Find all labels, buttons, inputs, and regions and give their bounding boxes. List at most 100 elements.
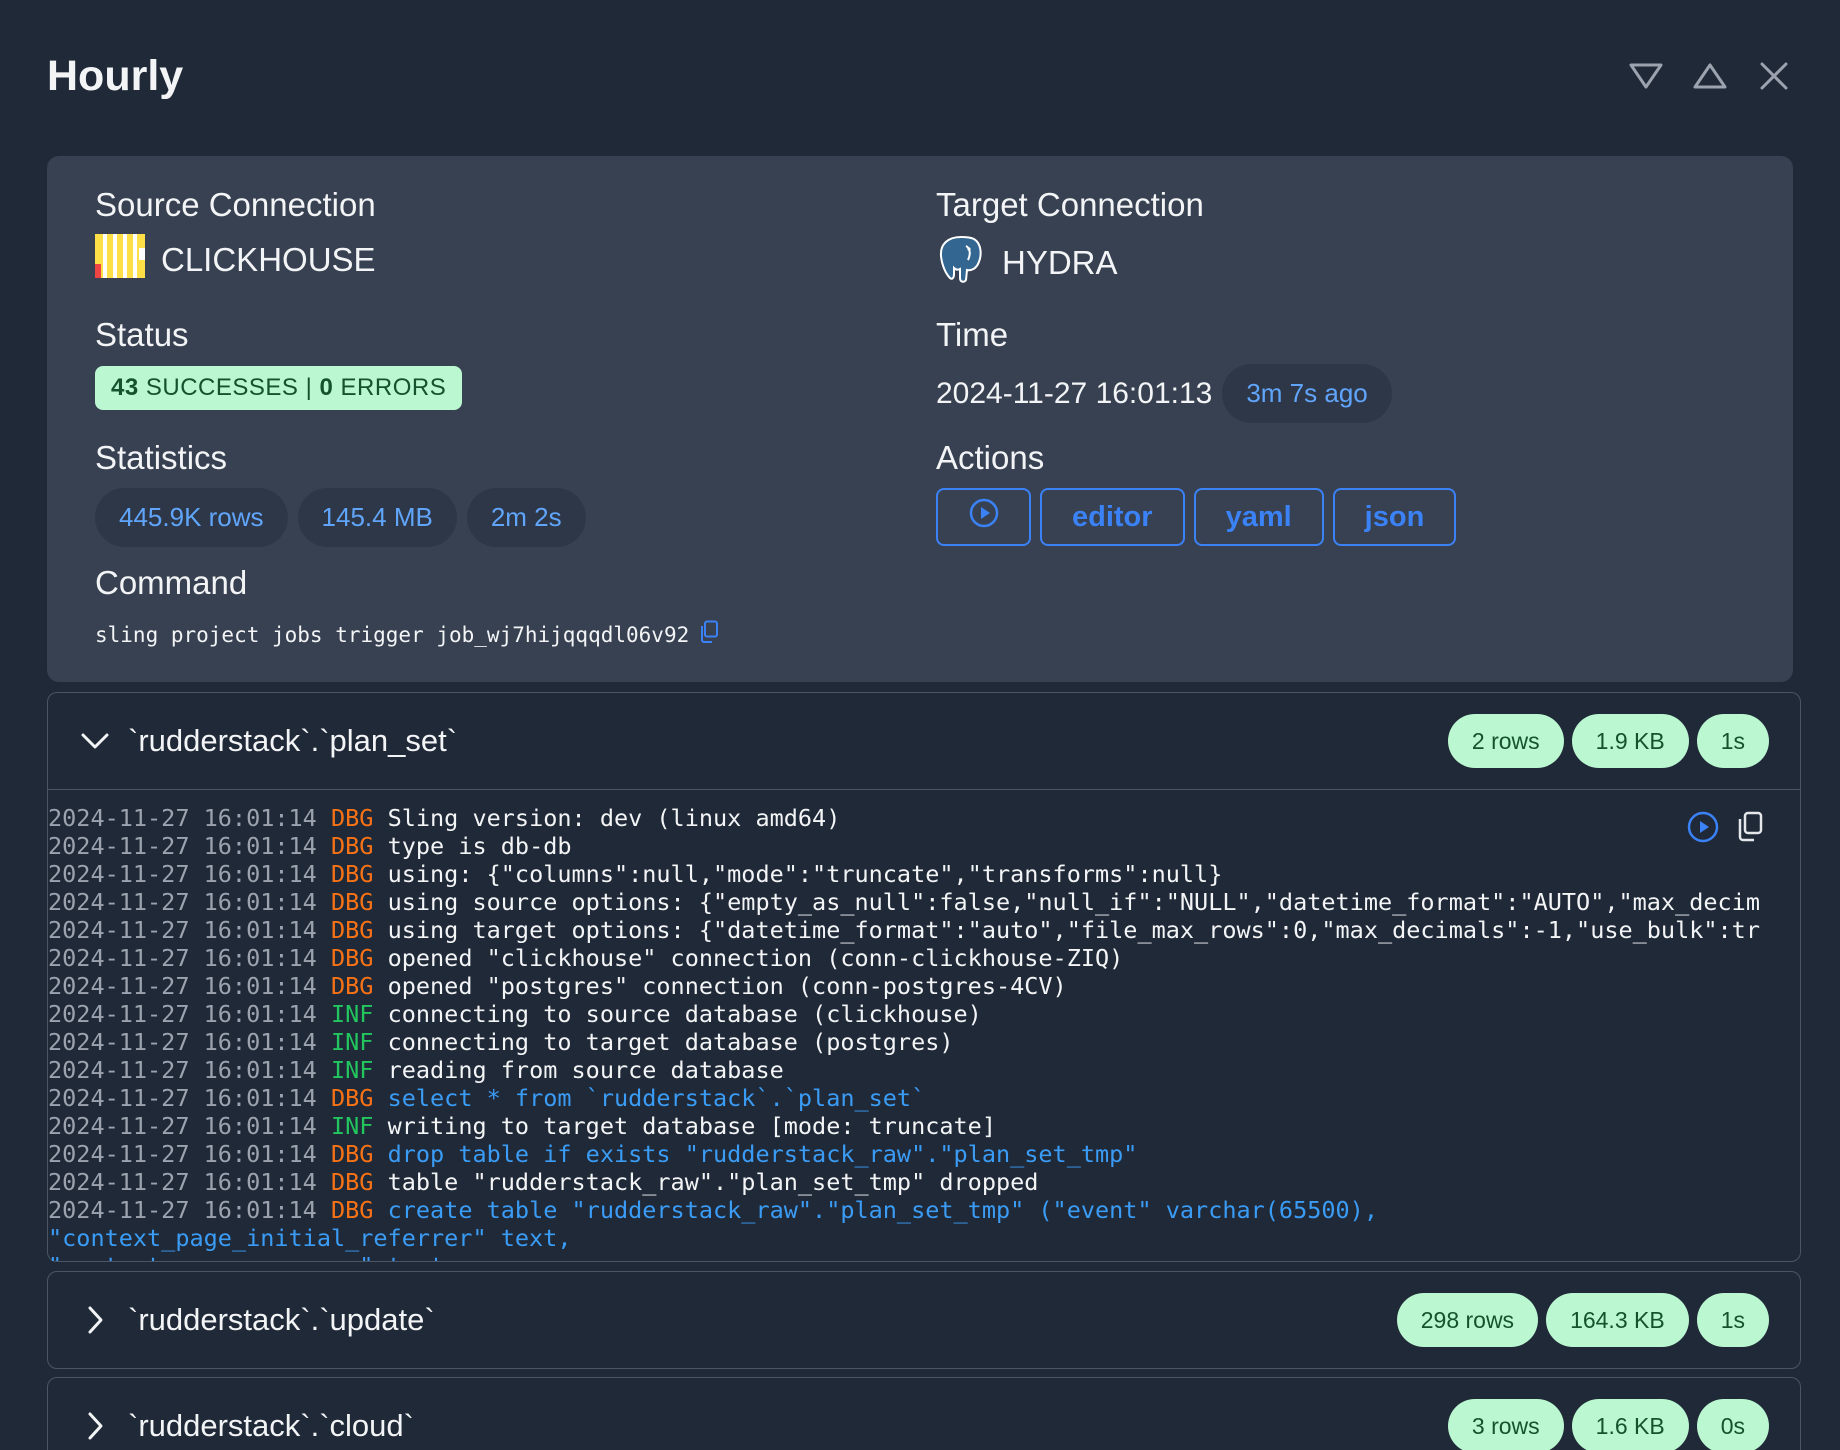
triangle-down-icon[interactable] (1627, 57, 1665, 95)
log-message: using source options: {"empty_as_null":f… (387, 888, 1760, 916)
log-line: 2024-11-27 16:01:14 DBG create table "ru… (48, 1196, 1800, 1224)
log-message: using: {"columns":null,"mode":"truncate"… (387, 860, 1223, 888)
log-line: "context_page_initial_referrer" text, (48, 1224, 1800, 1252)
log-message: opened "clickhouse" connection (conn-cli… (387, 944, 1124, 972)
duration-pill: 2m 2s (466, 488, 586, 547)
log-line: 2024-11-27 16:01:14 DBG using target opt… (48, 916, 1800, 944)
time-label: Time (936, 316, 1009, 353)
triangle-up-icon[interactable] (1691, 57, 1729, 95)
stream-name: `rudderstack`.`update` (128, 1302, 435, 1337)
log-message: opened "postgres" connection (conn-postg… (387, 972, 1067, 1000)
stream-size-pill: 164.3 KB (1546, 1293, 1689, 1347)
target-connection-label: Target Connection (936, 186, 1204, 223)
success-label: SUCCESSES (145, 374, 299, 401)
log-message: Sling version: dev (linux amd64) (387, 804, 841, 832)
stream-duration-pill: 0s (1696, 1399, 1769, 1450)
success-count: 43 (111, 374, 139, 401)
log-level: DBG (330, 888, 374, 916)
log-level: INF (330, 1028, 374, 1056)
log-level: DBG (330, 916, 374, 944)
log-message: connecting to source database (clickhous… (387, 1000, 982, 1028)
page-title: Hourly (47, 51, 184, 100)
log-line: "context_app_namespace" text, (48, 1252, 1800, 1261)
statistics-pills: 445.9K rows 145.4 MB 2m 2s (95, 488, 586, 547)
stream-size-pill: 1.6 KB (1571, 1399, 1689, 1450)
log-timestamp: 2024-11-27 16:01:14 (48, 860, 317, 888)
yaml-button[interactable]: yaml (1193, 488, 1324, 546)
log-level: DBG (330, 1196, 374, 1224)
log-level: DBG (330, 944, 374, 972)
source-connection[interactable]: CLICKHOUSE (95, 234, 376, 286)
run-button[interactable] (936, 488, 1031, 546)
log-timestamp: 2024-11-27 16:01:14 (48, 1168, 317, 1196)
stream-panel: `rudderstack`.`plan_set` 2 rows 1.9 KB 1… (47, 692, 1801, 1262)
log-message: using target options: {"datetime_format"… (387, 916, 1760, 944)
log-message: type is db-db (387, 832, 572, 860)
statistics-label: Statistics (95, 439, 228, 476)
log-timestamp: 2024-11-27 16:01:14 (48, 804, 317, 832)
log-message: table "rudderstack_raw"."plan_set_tmp" d… (387, 1168, 1039, 1196)
log-line: 2024-11-27 16:01:14 DBG type is db-db (48, 832, 1800, 860)
stream-stats: 298 rows 164.3 KB 1s (1396, 1293, 1769, 1347)
chevron-right-icon[interactable] (78, 1409, 112, 1443)
stream-header[interactable]: `rudderstack`.`update` 298 rows 164.3 KB… (48, 1272, 1800, 1368)
job-summary-card: Source Connection CLICKHOUSE Status 43 S… (47, 156, 1793, 682)
log-level: DBG (330, 860, 374, 888)
postgres-elephant-logo (936, 234, 986, 292)
error-count: 0 (319, 374, 334, 401)
log-output[interactable]: 2024-11-27 16:01:14 DBG Sling version: d… (48, 789, 1800, 1261)
log-line: 2024-11-27 16:01:14 DBG drop table if ex… (48, 1140, 1800, 1168)
log-timestamp: 2024-11-27 16:01:14 (48, 1028, 317, 1056)
log-timestamp: 2024-11-27 16:01:14 (48, 1000, 317, 1028)
log-line: 2024-11-27 16:01:14 DBG using source opt… (48, 888, 1800, 916)
play-circle-icon (968, 497, 1000, 537)
log-message: create table "rudderstack_raw"."plan_set… (387, 1196, 1378, 1224)
close-icon[interactable] (1755, 57, 1793, 95)
source-connection-name: CLICKHOUSE (161, 241, 376, 278)
stream-header[interactable]: `rudderstack`.`plan_set` 2 rows 1.9 KB 1… (48, 693, 1800, 789)
copy-icon[interactable] (699, 620, 719, 649)
status-badge: 43 SUCCESSES | 0 ERRORS (95, 366, 463, 410)
target-connection[interactable]: HYDRA (936, 234, 1118, 292)
rows-pill: 445.9K rows (95, 488, 288, 547)
log-line: 2024-11-27 16:01:14 INF reading from sou… (48, 1056, 1800, 1084)
editor-button[interactable]: editor (1040, 488, 1185, 546)
log-timestamp: 2024-11-27 16:01:14 (48, 1084, 317, 1112)
json-button[interactable]: json (1332, 488, 1457, 546)
log-timestamp: 2024-11-27 16:01:14 (48, 944, 317, 972)
chevron-down-icon[interactable] (78, 724, 112, 758)
log-timestamp: 2024-11-27 16:01:14 (48, 972, 317, 1000)
copy-icon[interactable] (1736, 811, 1764, 849)
log-timestamp: 2024-11-27 16:01:14 (48, 1140, 317, 1168)
play-circle-icon[interactable] (1686, 810, 1720, 850)
status-label: Status (95, 316, 189, 353)
log-level: DBG (330, 832, 374, 860)
chevron-right-icon[interactable] (78, 1303, 112, 1337)
log-timestamp: 2024-11-27 16:01:14 (48, 916, 317, 944)
log-message: select * from `rudderstack`.`plan_set` (387, 1084, 926, 1112)
log-line: 2024-11-27 16:01:14 DBG opened "postgres… (48, 972, 1800, 1000)
run-timestamp: 2024-11-27 16:01:13 (936, 376, 1213, 410)
log-lines: 2024-11-27 16:01:14 DBG Sling version: d… (48, 804, 1800, 1261)
log-level: DBG (330, 1084, 374, 1112)
time-ago-pill: 3m 7s ago (1222, 364, 1392, 423)
log-message: "context_app_namespace" text, (48, 1252, 458, 1261)
log-level: DBG (330, 804, 374, 832)
stream-rows-pill: 298 rows (1396, 1293, 1539, 1347)
log-timestamp: 2024-11-27 16:01:14 (48, 832, 317, 860)
log-line: 2024-11-27 16:01:14 INF writing to targe… (48, 1112, 1800, 1140)
log-level: INF (330, 1112, 374, 1140)
actions-label: Actions (936, 439, 1045, 476)
stream-size-pill: 1.9 KB (1571, 714, 1689, 768)
stream-stats: 3 rows 1.6 KB 0s (1447, 1399, 1769, 1450)
log-message: reading from source database (387, 1056, 784, 1084)
log-message: "context_page_initial_referrer" text, (48, 1224, 572, 1252)
stream-header[interactable]: `rudderstack`.`cloud` 3 rows 1.6 KB 0s (48, 1378, 1800, 1450)
log-message: connecting to target database (postgres) (387, 1028, 954, 1056)
log-line: 2024-11-27 16:01:14 INF connecting to ta… (48, 1028, 1800, 1056)
error-label: ERRORS (340, 374, 447, 401)
stream-rows-pill: 3 rows (1447, 1399, 1564, 1450)
panel-header: Hourly (47, 48, 1793, 104)
actions-row: editor yaml json (936, 488, 1457, 546)
source-connection-label: Source Connection (95, 186, 376, 223)
